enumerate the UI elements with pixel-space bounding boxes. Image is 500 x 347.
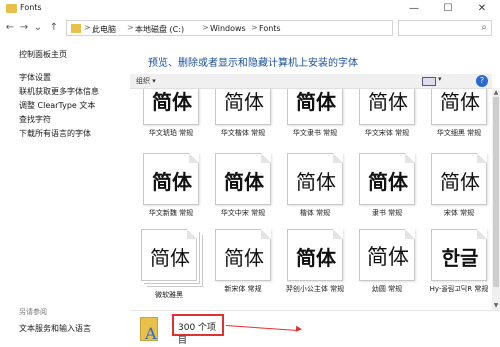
sidebar-control-panel-home[interactable]: 控制面板主页 bbox=[19, 49, 67, 60]
folder-icon bbox=[71, 24, 81, 33]
font-preview: 简体 bbox=[141, 229, 197, 281]
see-also-heading: 另请参阅 bbox=[19, 308, 47, 316]
annotation-arrowhead-icon bbox=[295, 325, 303, 333]
window-title: Fonts bbox=[20, 3, 42, 12]
item-count: 300 个项目 bbox=[178, 323, 217, 346]
scroll-up-icon[interactable]: ▲ bbox=[492, 89, 500, 97]
toolbar: 组织 ▾ ▾ ? bbox=[130, 74, 492, 89]
help-icon[interactable]: ? bbox=[476, 75, 488, 87]
font-label: 华文细黑 常规 bbox=[436, 129, 482, 137]
vertical-scrollbar[interactable]: ▲ ▼ bbox=[492, 89, 500, 310]
font-preview: 简体 bbox=[143, 89, 199, 125]
sidebar-text-services[interactable]: 文本服务和输入语言 bbox=[19, 323, 91, 334]
font-preview: 简体 bbox=[287, 153, 343, 205]
font-glyph: 简体 bbox=[224, 169, 264, 194]
font-glyph: 简体 bbox=[150, 245, 190, 270]
font-preview: 简体 bbox=[287, 229, 343, 281]
font-label: Hy-올림고딕R 常规 bbox=[429, 285, 489, 293]
font-label: 幼圆 常规 bbox=[371, 285, 403, 293]
font-label: 新宋体 常规 bbox=[224, 285, 262, 293]
fonts-folder-icon bbox=[6, 4, 17, 13]
up-arrow-icon[interactable]: ↑ bbox=[48, 21, 60, 35]
font-glyph: 简体 bbox=[296, 89, 336, 114]
font-glyph: 简体 bbox=[296, 245, 336, 270]
font-glyph: 简体 bbox=[152, 89, 192, 114]
font-preview: 简体 bbox=[359, 89, 415, 125]
search-input[interactable]: ⌕ bbox=[398, 20, 492, 36]
font-label: 华文楷体 常规 bbox=[220, 129, 266, 137]
font-preview: 简体 bbox=[215, 153, 271, 205]
font-label: 宋体 常规 bbox=[443, 209, 475, 217]
font-preview: 简体 bbox=[215, 89, 271, 125]
details-pane: A 300 个项目 bbox=[130, 310, 500, 347]
navigation-bar: ← → ⌄ ↑ > 此电脑 > 本地磁盘 (C:) > Windows > Fo… bbox=[0, 18, 500, 38]
sidebar-font-settings[interactable]: 字体设置 bbox=[19, 72, 51, 83]
font-glyph: 简体 bbox=[224, 245, 264, 270]
font-preview: 简体 bbox=[359, 153, 415, 205]
annotation-arrow-line bbox=[225, 325, 298, 332]
font-glyph: 简体 bbox=[440, 89, 480, 114]
maximize-button[interactable]: ☐ bbox=[432, 0, 464, 18]
address-bar[interactable]: > 此电脑 > 本地磁盘 (C:) > Windows > Fonts bbox=[66, 20, 393, 36]
scroll-down-icon[interactable]: ▼ bbox=[492, 302, 500, 310]
sidebar-download-fonts[interactable]: 下载所有语言的字体 bbox=[19, 128, 91, 139]
sidebar: 控制面板主页 字体设置 联机获取更多字体信息 调整 ClearType 文本 查… bbox=[0, 38, 130, 347]
font-glyph: 简体 bbox=[224, 89, 264, 114]
search-icon: ⌕ bbox=[481, 22, 487, 33]
font-preview: 简体 bbox=[143, 153, 199, 205]
breadcrumb-separator: > bbox=[84, 23, 91, 32]
font-label: 羿创小公主体 常规 bbox=[285, 285, 345, 293]
sidebar-adjust-cleartype[interactable]: 调整 ClearType 文本 bbox=[19, 100, 95, 111]
page-heading: 预览、删除或者显示和隐藏计算机上安装的字体 bbox=[148, 58, 358, 69]
breadcrumb-separator: > bbox=[251, 23, 258, 32]
sidebar-get-font-info[interactable]: 联机获取更多字体信息 bbox=[19, 86, 99, 97]
sidebar-find-character[interactable]: 查找字符 bbox=[19, 114, 51, 125]
main-panel: 预览、删除或者显示和隐藏计算机上安装的字体 组织 ▾ ▾ ? 简体 华文琥珀 常… bbox=[130, 38, 500, 347]
font-label: 华文新魏 常规 bbox=[148, 209, 194, 217]
breadcrumb-separator: > bbox=[202, 23, 209, 32]
font-label: 楷体 常规 bbox=[299, 209, 331, 217]
close-button[interactable]: ✕ bbox=[466, 0, 498, 18]
fonts-folder-large-icon: A bbox=[140, 317, 158, 343]
font-glyph: 简体 bbox=[152, 169, 192, 194]
view-icon[interactable] bbox=[422, 77, 436, 86]
font-preview: 简体 bbox=[215, 229, 271, 281]
font-glyph: 简体 bbox=[296, 169, 336, 194]
font-label: 华文中宋 常规 bbox=[220, 209, 266, 217]
font-label: 华文宋体 常规 bbox=[364, 129, 410, 137]
title-bar: Fonts — ☐ ✕ bbox=[0, 0, 500, 18]
breadcrumb-local-disk[interactable]: 本地磁盘 (C:) bbox=[135, 24, 184, 35]
font-label: 隶书 常规 bbox=[371, 209, 403, 217]
font-letter-glyph: A bbox=[145, 324, 157, 343]
font-glyph: 简体 bbox=[367, 245, 409, 269]
scrollbar-thumb[interactable] bbox=[493, 97, 499, 287]
recent-locations-icon[interactable]: ⌄ bbox=[32, 21, 44, 35]
font-glyph: 简体 bbox=[440, 169, 480, 194]
font-label: 华文琥珀 常规 bbox=[148, 129, 194, 137]
font-glyph: 한글 bbox=[441, 245, 479, 270]
font-preview: 简体 bbox=[431, 153, 487, 205]
back-arrow-icon[interactable]: ← bbox=[4, 21, 16, 35]
forward-arrow-icon[interactable]: → bbox=[18, 21, 30, 35]
annotation-highlight-box: 300 个项目 bbox=[172, 314, 224, 346]
font-glyph: 简体 bbox=[368, 169, 408, 194]
breadcrumb-separator: > bbox=[127, 23, 134, 32]
breadcrumb-fonts[interactable]: Fonts bbox=[259, 24, 281, 33]
breadcrumb-windows[interactable]: Windows bbox=[210, 24, 246, 33]
font-glyph: 简体 bbox=[368, 89, 408, 114]
organize-menu[interactable]: 组织 ▾ bbox=[136, 76, 156, 86]
font-grid: 简体 华文琥珀 常规 简体 华文楷体 常规 简体 华文隶书 常规 简体 华文宋体… bbox=[130, 89, 492, 310]
breadcrumb-this-pc[interactable]: 此电脑 bbox=[92, 24, 116, 35]
font-preview: 简体 bbox=[431, 89, 487, 125]
font-label: 微软雅黑 bbox=[155, 291, 183, 299]
font-preview: 한글 bbox=[431, 229, 487, 281]
minimize-button[interactable]: — bbox=[398, 0, 430, 18]
font-label: 华文隶书 常规 bbox=[292, 129, 338, 137]
font-preview: 简体 bbox=[287, 89, 343, 125]
font-preview: 简体 bbox=[359, 229, 415, 281]
view-dropdown-icon[interactable]: ▾ bbox=[438, 75, 442, 83]
